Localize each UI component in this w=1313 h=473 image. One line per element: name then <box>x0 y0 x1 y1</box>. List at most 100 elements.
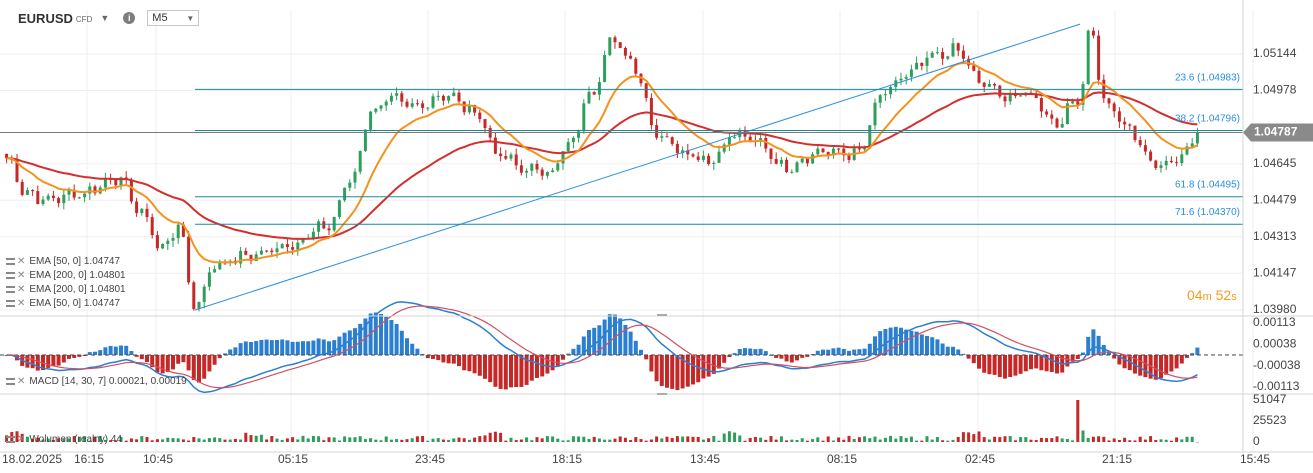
candle-body <box>972 65 976 71</box>
volume-bar <box>306 438 310 442</box>
legend-ema-4[interactable]: ✕ EMA [50, 0] 1.04747 <box>6 298 120 309</box>
settings-icon[interactable] <box>6 436 15 443</box>
macd-histogram-bar <box>238 343 243 355</box>
candle-body <box>187 236 191 283</box>
volume-bar <box>727 431 731 442</box>
macd-tick-label: 0.00113 <box>1253 315 1296 329</box>
macd-histogram-bar <box>966 355 971 359</box>
candle-body <box>904 76 908 79</box>
macd-histogram-bar <box>935 339 940 355</box>
candle-body <box>1149 151 1153 161</box>
macd-histogram-bar <box>254 341 259 355</box>
candle-body <box>499 153 503 157</box>
volume-bar <box>233 438 237 442</box>
volume-bar <box>1008 436 1012 442</box>
time-tick-label: 18:15 <box>552 452 582 466</box>
candle-body <box>566 142 570 152</box>
candle-body <box>982 82 986 87</box>
legend-ema-3[interactable]: ✕ EMA [200, 0] 1.04801 <box>6 284 126 295</box>
symbol-dropdown-icon[interactable]: ▼ <box>100 13 109 23</box>
close-icon[interactable]: ✕ <box>17 256 25 267</box>
volume-bar <box>722 433 726 442</box>
legend-macd-text: MACD [14, 30, 7] 0.00021, 0.00019 <box>29 376 187 387</box>
candle-body <box>1159 165 1163 169</box>
volume-bar <box>150 440 154 442</box>
candle-body <box>358 151 362 172</box>
volume-bar <box>1076 400 1080 442</box>
legend-ema-1[interactable]: ✕ EMA [50, 0] 1.04747 <box>6 256 120 267</box>
volume-bar <box>779 436 783 442</box>
volume-bar <box>436 438 440 442</box>
candle-body <box>374 108 378 112</box>
candle-body <box>883 94 887 96</box>
close-icon[interactable]: ✕ <box>17 270 25 281</box>
macd-histogram-bar <box>275 340 279 355</box>
macd-histogram-bar <box>483 355 487 379</box>
candle-body <box>857 148 861 150</box>
candle-body <box>597 82 601 95</box>
symbol-label[interactable]: EURUSD <box>18 11 73 26</box>
macd-histogram-bar <box>191 355 196 381</box>
settings-icon[interactable] <box>6 258 15 265</box>
macd-histogram-bar <box>436 355 441 361</box>
legend-volume[interactable]: ✕ Wolumen (realny) 44 <box>6 434 122 445</box>
macd-histogram-bar <box>514 355 519 388</box>
macd-histogram-bar <box>665 355 669 388</box>
price-tick-label: 1.04978 <box>1253 83 1297 97</box>
volume-bar <box>629 440 633 442</box>
macd-histogram-bar <box>675 355 680 391</box>
volume-bar <box>1117 439 1121 442</box>
settings-icon[interactable] <box>6 286 15 293</box>
volume-bar <box>1112 438 1116 442</box>
macd-histogram-bar <box>555 355 560 366</box>
candle-countdown: 04m 52s <box>1187 287 1237 303</box>
price-chart[interactable]: 23.6 (1.04983) 38.2 (1.04796) 61.8 (1.0449… <box>0 0 1313 473</box>
instrument-type-label: CFD <box>75 15 93 24</box>
candle-body <box>1164 160 1168 166</box>
close-icon[interactable]: ✕ <box>17 298 25 309</box>
candle-body <box>977 70 981 83</box>
volume-bar <box>493 431 497 442</box>
macd-histogram-bar <box>550 355 555 371</box>
candle-body <box>161 243 165 249</box>
macd-histogram-bar <box>202 355 207 379</box>
candle-body <box>77 197 81 199</box>
candle-body <box>88 186 92 194</box>
close-icon[interactable]: ✕ <box>17 434 25 445</box>
time-tick-label: 08:15 <box>827 452 857 466</box>
macd-histogram-bar <box>451 355 456 364</box>
settings-icon[interactable] <box>6 300 15 307</box>
legend-ema-2[interactable]: ✕ EMA [200, 0] 1.04801 <box>6 270 126 281</box>
macd-histogram-bar <box>243 341 248 355</box>
volume-bar <box>405 439 409 442</box>
volume-bar <box>1180 439 1184 442</box>
volume-bar <box>343 436 347 442</box>
volume-bar <box>452 438 456 442</box>
timeframe-select[interactable]: M5 ▼ <box>147 10 200 26</box>
close-icon[interactable]: ✕ <box>17 376 25 387</box>
volume-bar <box>764 439 768 442</box>
volume-bar <box>920 440 924 442</box>
candle-body <box>265 250 269 252</box>
candle-body <box>540 169 544 176</box>
candle-body <box>415 103 419 105</box>
volume-bar <box>379 440 383 442</box>
macd-histogram-bar <box>930 337 935 355</box>
volume-bar <box>1149 436 1153 442</box>
candle-body <box>805 158 809 164</box>
settings-icon[interactable] <box>6 272 15 279</box>
candle-body <box>379 105 383 109</box>
volume-bar <box>161 439 165 442</box>
macd-histogram-bar <box>353 328 357 355</box>
candle-body <box>987 84 991 87</box>
candle-body <box>1180 154 1184 164</box>
legend-macd[interactable]: ✕ MACD [14, 30, 7] 0.00021, 0.00019 <box>6 376 187 387</box>
close-icon[interactable]: ✕ <box>17 284 25 295</box>
volume-bar <box>1081 430 1085 442</box>
settings-icon[interactable] <box>6 378 15 385</box>
volume-bar <box>124 440 128 442</box>
macd-histogram-bar <box>670 355 675 389</box>
candle-body <box>946 56 950 59</box>
chart-header: EURUSD CFD ▼ i M5 ▼ <box>18 8 200 28</box>
info-icon[interactable]: i <box>123 12 136 24</box>
